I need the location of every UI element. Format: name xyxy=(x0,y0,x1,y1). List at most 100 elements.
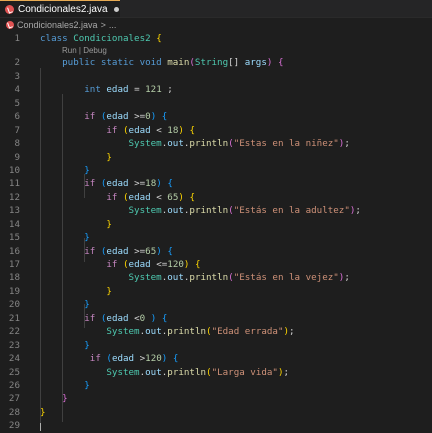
codelens-run-debug[interactable]: Run | Debug xyxy=(0,45,432,56)
code-text: if (edad <0 ) { xyxy=(40,312,167,325)
code-line[interactable]: 25 System.out.println("Larga vida"); xyxy=(0,366,432,379)
code-line[interactable]: 23 } xyxy=(0,339,432,352)
code-line[interactable]: 11 if (edad >=18) { xyxy=(0,177,432,190)
code-token: if xyxy=(40,191,123,203)
code-line[interactable]: 8 System.out.println("Estas en la niñez"… xyxy=(0,137,432,150)
code-text: class Condicionales2 { xyxy=(40,32,162,45)
code-token: > xyxy=(134,353,146,365)
line-number: 25 xyxy=(8,366,20,378)
code-line[interactable]: 7 if (edad < 18) { xyxy=(0,124,432,137)
code-token: ; xyxy=(161,84,173,96)
code-line[interactable]: 4 int edad = 121 ; xyxy=(0,83,432,96)
code-token: 18 xyxy=(145,178,157,190)
unsaved-dot-icon[interactable] xyxy=(113,6,119,12)
code-token: { xyxy=(156,33,162,44)
code-line[interactable]: 5 xyxy=(0,97,432,110)
java-error-icon xyxy=(5,4,14,14)
code-line[interactable]: 16 if (edad >=65) { xyxy=(0,245,432,258)
indent-guide xyxy=(84,174,85,198)
line-number: 13 xyxy=(8,205,20,217)
breadcrumb: Condicionales2.java > ... xyxy=(0,18,432,32)
code-editor[interactable]: 1 class Condicionales2 {Run | Debug 2 publ… xyxy=(0,32,432,433)
code-token: out xyxy=(167,272,184,284)
code-token: } xyxy=(40,299,90,311)
code-text: if (edad >120) { xyxy=(40,352,179,365)
code-line[interactable]: 19 } xyxy=(0,285,432,298)
code-token: System xyxy=(40,326,140,338)
code-token: edad xyxy=(128,191,151,203)
code-line[interactable]: 10 } xyxy=(0,164,432,177)
code-token: 65 xyxy=(167,191,179,203)
line-number: 18 xyxy=(8,272,20,284)
code-text: } xyxy=(40,231,90,244)
code-token: "Edad errada" xyxy=(211,326,284,338)
code-token: 120 xyxy=(145,353,162,365)
code-text: System.out.println("Estás en la vejez"); xyxy=(40,271,350,284)
code-text: if (edad <=120) { xyxy=(40,258,200,271)
code-token: [] xyxy=(228,57,245,69)
code-token: edad xyxy=(128,124,151,136)
code-line[interactable]: 12 if (edad < 65) { xyxy=(0,191,432,204)
code-token: out xyxy=(167,138,184,150)
code-text: if (edad >=65) { xyxy=(40,245,173,258)
editor-tab[interactable]: Condicionales2.java xyxy=(0,0,120,17)
code-line[interactable]: 9 } xyxy=(0,151,432,164)
code-line[interactable]: 20 } xyxy=(0,298,432,311)
code-token: "Larga vida" xyxy=(211,366,278,378)
code-line[interactable]: 26 } xyxy=(0,379,432,392)
code-token: } xyxy=(40,379,90,391)
breadcrumb-file[interactable]: Condicionales2.java xyxy=(17,20,98,30)
java-error-icon xyxy=(6,21,14,29)
code-token: >= xyxy=(128,178,146,190)
code-token: ; xyxy=(283,366,290,378)
code-token: } xyxy=(40,218,112,230)
code-token: { xyxy=(167,178,173,190)
code-line[interactable]: 15 } xyxy=(0,231,432,244)
code-line[interactable]: 29 xyxy=(0,419,432,432)
code-line[interactable]: 1 class Condicionales2 { xyxy=(0,32,432,45)
code-line[interactable]: 14 } xyxy=(0,218,432,231)
line-number: 22 xyxy=(8,326,20,338)
code-token: { xyxy=(189,191,195,203)
line-number: 7 xyxy=(14,124,20,136)
code-token: println xyxy=(189,272,229,284)
code-token: ; xyxy=(289,326,295,338)
code-token: args xyxy=(244,57,267,69)
code-line[interactable]: 13 System.out.println("Estás en la adult… xyxy=(0,204,432,217)
code-token: edad xyxy=(106,84,129,96)
code-line[interactable]: 27 } xyxy=(0,392,432,405)
code-token: } xyxy=(40,285,112,297)
code-line[interactable]: 6 if (edad >=0) { xyxy=(0,110,432,123)
code-text: public static void main(String[] args) { xyxy=(40,56,283,69)
tab-filename: Condicionales2.java xyxy=(18,3,108,15)
code-line[interactable]: 28} xyxy=(0,406,432,419)
code-line[interactable]: 24 if (edad >120) { xyxy=(0,352,432,365)
code-line[interactable]: 18 System.out.println("Estás en la vejez… xyxy=(0,271,432,284)
code-line[interactable]: 22 System.out.println("Edad errada"); xyxy=(0,325,432,338)
code-text: System.out.println("Estas en la niñez"); xyxy=(40,137,350,150)
code-text: } xyxy=(40,392,68,405)
code-text: if (edad < 18) { xyxy=(40,124,195,137)
code-line[interactable]: 2 public static void main(String[] args)… xyxy=(0,56,432,69)
indent-guide xyxy=(84,304,85,328)
codelens-text[interactable]: Run | Debug xyxy=(62,45,107,56)
code-line[interactable]: 17 if (edad <=120) { xyxy=(0,258,432,271)
code-token: if xyxy=(40,353,107,365)
code-token: ; xyxy=(344,138,350,150)
code-token: < xyxy=(128,312,140,324)
code-token: edad xyxy=(106,245,129,257)
code-line[interactable]: 21 if (edad <0 ) { xyxy=(0,312,432,325)
code-line[interactable]: 3 xyxy=(0,70,432,83)
code-token: "Estas en la niñez" xyxy=(233,138,339,150)
code-token: < xyxy=(150,124,168,136)
tab-bar: Condicionales2.java xyxy=(0,0,432,18)
code-token: } xyxy=(40,393,68,405)
breadcrumb-more[interactable]: ... xyxy=(109,20,117,30)
code-token: "Estás en la vejez" xyxy=(233,272,339,284)
line-number: 2 xyxy=(14,57,20,69)
code-token: System xyxy=(40,205,162,217)
code-token: if xyxy=(40,259,123,270)
code-token: edad xyxy=(106,312,129,324)
code-token: >= xyxy=(128,111,146,123)
code-token: println xyxy=(189,205,229,217)
